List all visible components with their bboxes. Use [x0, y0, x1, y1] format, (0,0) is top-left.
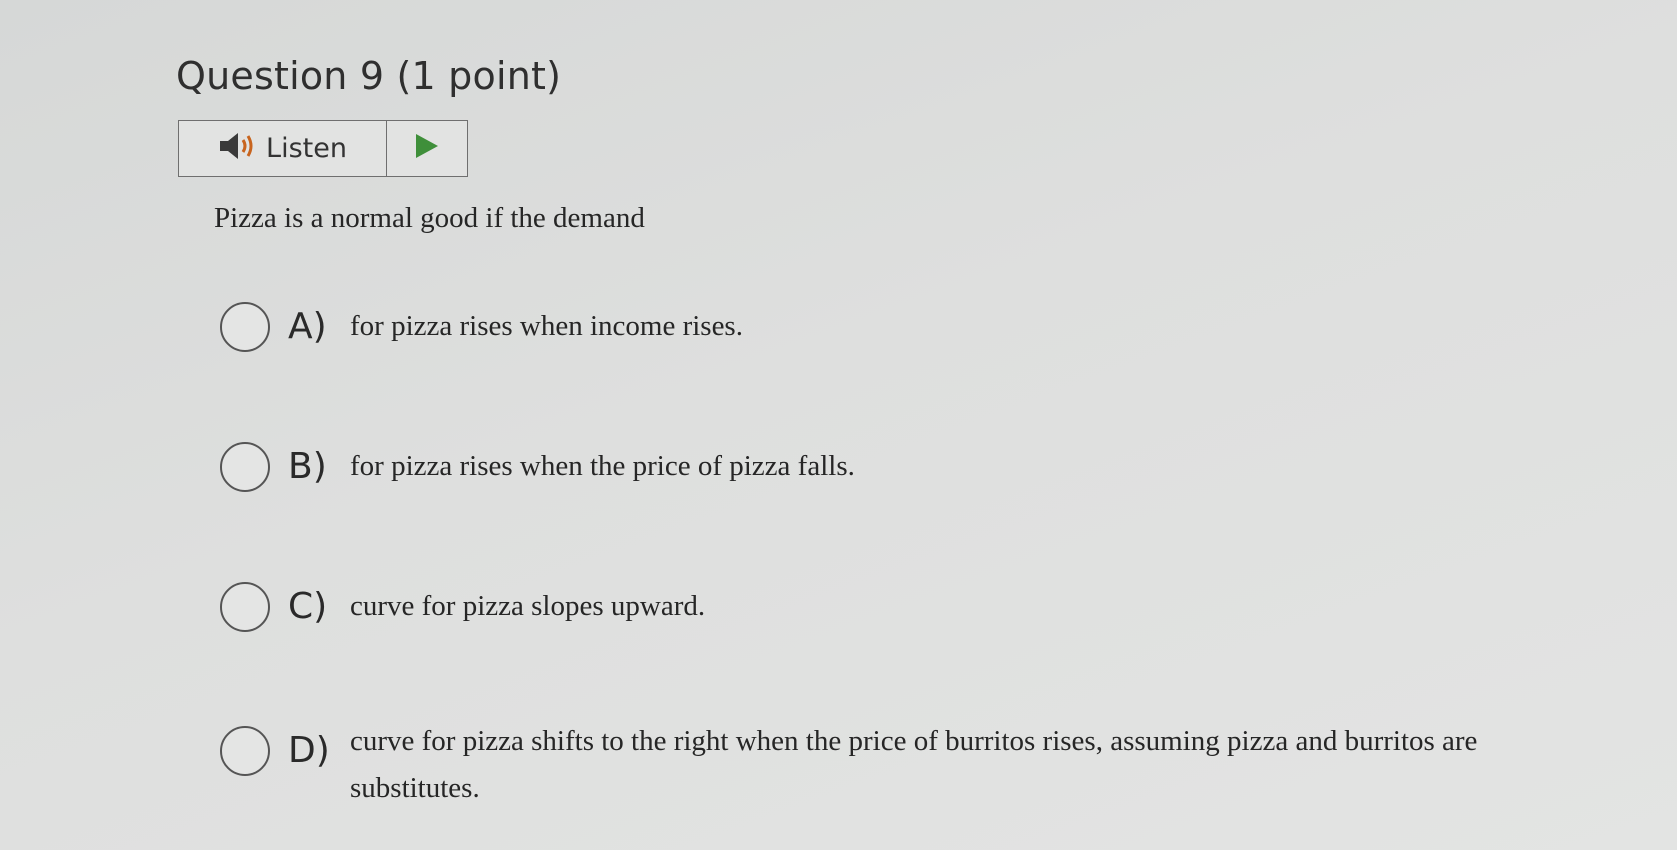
option-a-text: for pizza rises when income rises. [350, 310, 743, 342]
option-d-radio[interactable] [220, 726, 270, 776]
question-title: Question 9 (1 point) [176, 54, 562, 98]
option-c-text: curve for pizza slopes upward. [350, 590, 706, 622]
option-b-letter: B) [288, 446, 327, 487]
option-d[interactable]: D) curve for pizza shifts to the right w… [220, 725, 1610, 812]
listen-button[interactable]: Listen [179, 121, 387, 176]
option-c[interactable]: C) curve for pizza slopes upward. [220, 582, 705, 632]
question-stem: Pizza is a normal good if the demand [214, 202, 645, 234]
option-b-radio[interactable] [220, 442, 270, 492]
speaker-icon [218, 131, 256, 166]
listen-label: Listen [266, 133, 347, 164]
play-icon [414, 132, 440, 165]
option-d-letter: D) [288, 730, 330, 771]
option-a-letter: A) [288, 306, 327, 347]
option-b-text: for pizza rises when the price of pizza … [350, 450, 855, 482]
option-a-radio[interactable] [220, 302, 270, 352]
play-button[interactable] [387, 121, 467, 176]
option-c-radio[interactable] [220, 582, 270, 632]
listen-widget: Listen [178, 120, 468, 177]
option-d-text: curve for pizza shifts to the right when… [350, 725, 1478, 804]
option-a[interactable]: A) for pizza rises when income rises. [220, 302, 743, 352]
quiz-page: Question 9 (1 point) Listen Pizza is a n… [0, 0, 1677, 850]
option-b[interactable]: B) for pizza rises when the price of piz… [220, 442, 855, 492]
option-c-letter: C) [288, 586, 328, 627]
